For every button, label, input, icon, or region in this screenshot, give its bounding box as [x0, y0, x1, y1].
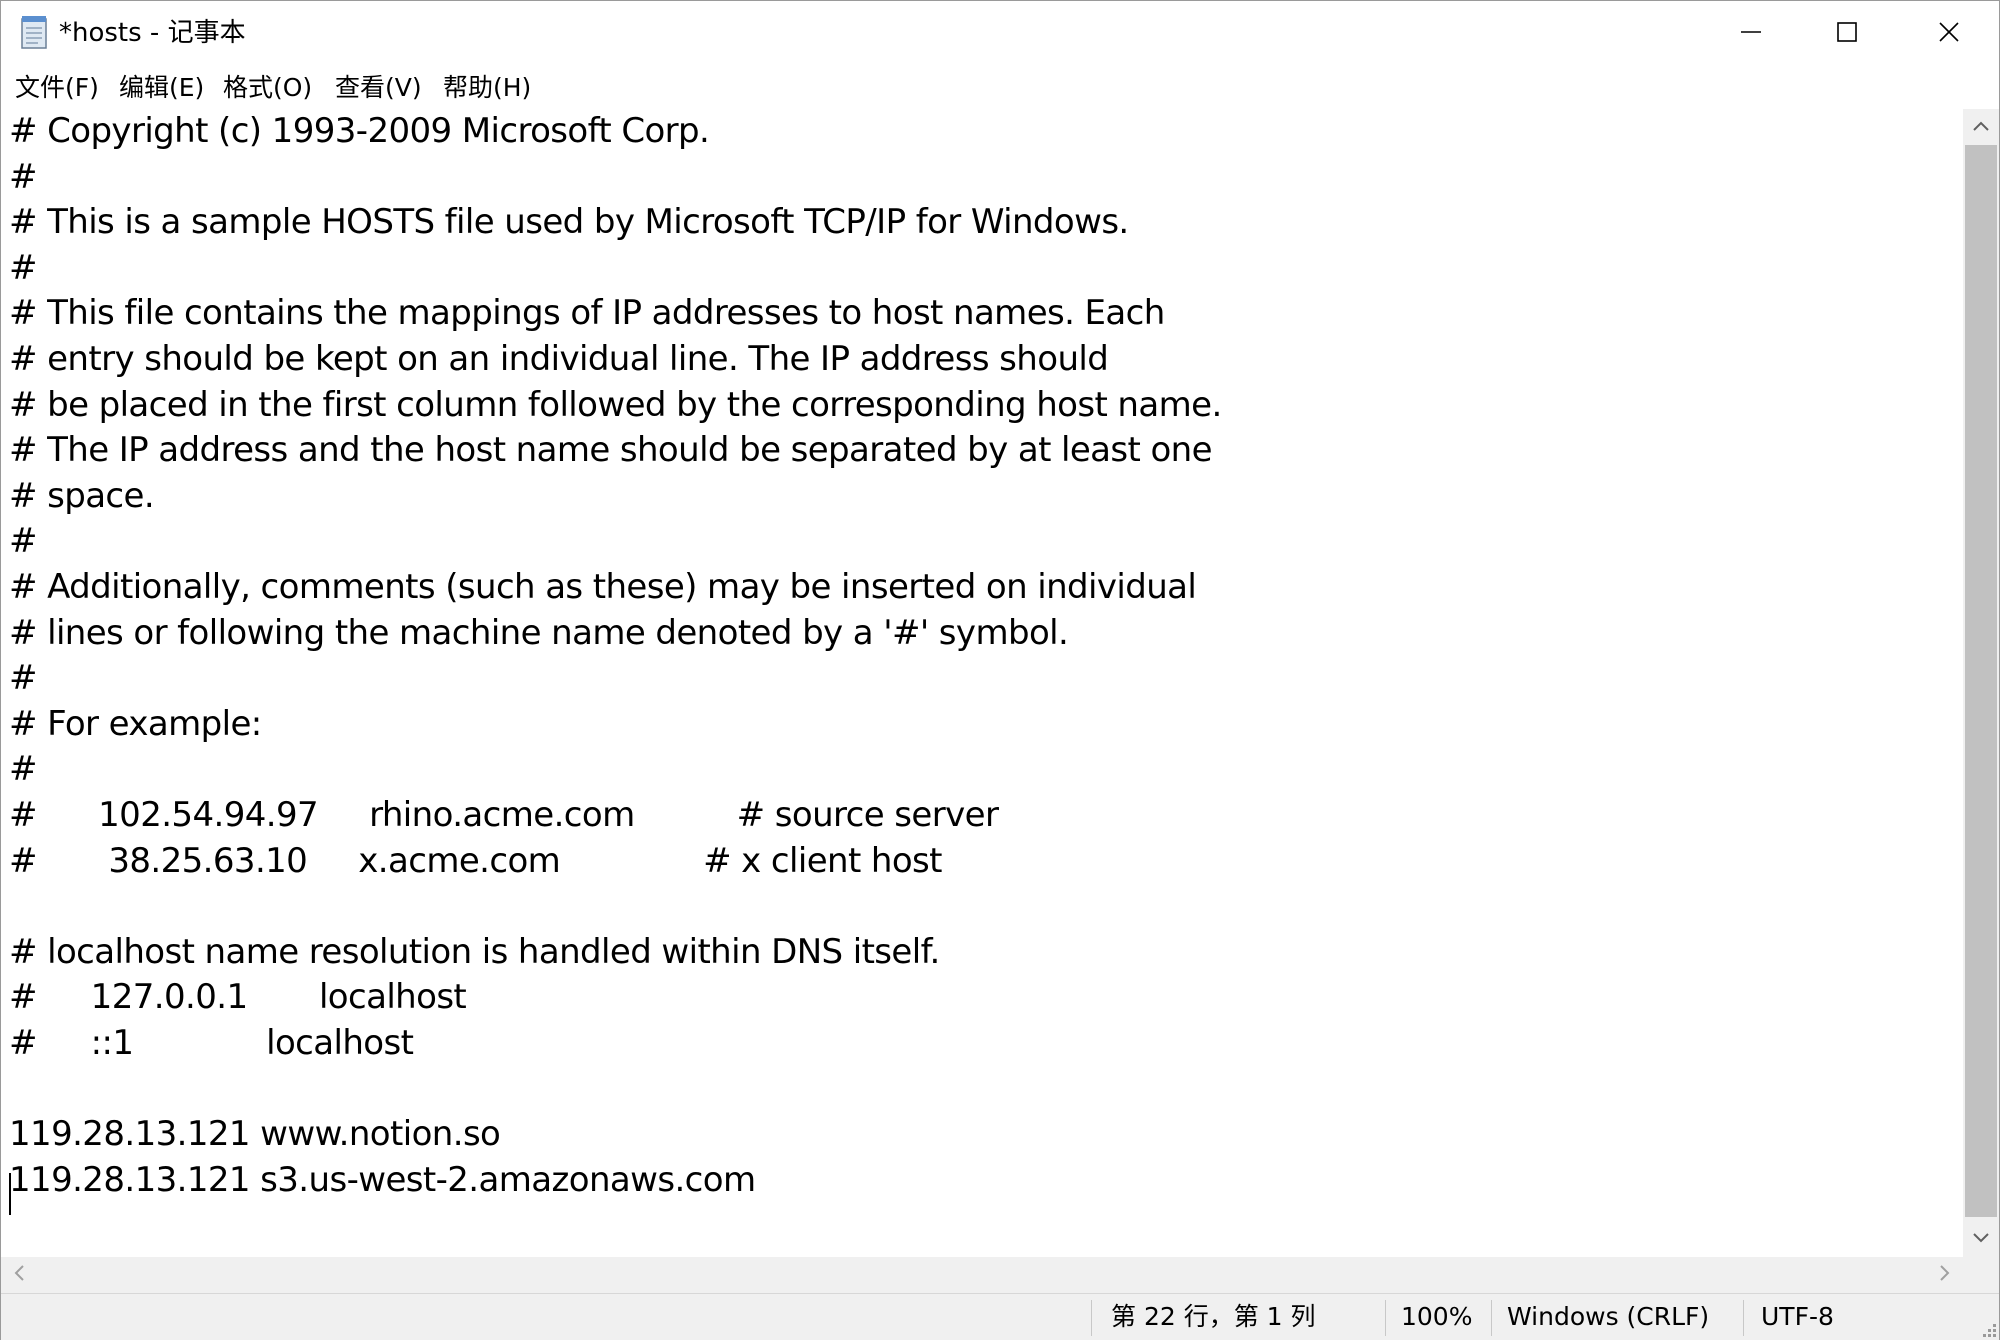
- status-zoom: 100%: [1401, 1302, 1473, 1331]
- text-line: # entry should be kept on an individual …: [9, 338, 1109, 379]
- scroll-left-button[interactable]: [1, 1257, 37, 1293]
- vertical-scroll-thumb[interactable]: [1965, 145, 1997, 1217]
- status-bar: 第 22 行，第 1 列 100% Windows (CRLF) UTF-8: [1, 1293, 1999, 1340]
- status-divider: [1743, 1300, 1744, 1336]
- status-encoding: UTF-8: [1761, 1302, 1834, 1331]
- text-line: # lines or following the machine name de…: [9, 612, 1069, 653]
- title-bar[interactable]: *hosts - 记事本: [1, 1, 1999, 67]
- chevron-up-icon: [1972, 117, 1990, 136]
- text-line: # ::1 localhost: [9, 1022, 414, 1063]
- vertical-scrollbar[interactable]: [1963, 109, 1999, 1257]
- text-caret: [9, 1173, 11, 1215]
- close-icon: [1938, 21, 1960, 47]
- text-line: # localhost name resolution is handled w…: [9, 931, 940, 972]
- text-line: # Copyright (c) 1993-2009 Microsoft Corp…: [9, 111, 710, 151]
- maximize-button[interactable]: [1799, 1, 1895, 67]
- text-line: #: [9, 247, 37, 288]
- close-button[interactable]: [1901, 1, 1997, 67]
- text-line: # 127.0.0.1 localhost: [9, 977, 467, 1018]
- text-line: # Additionally, comments (such as these)…: [9, 566, 1197, 607]
- status-line-ending: Windows (CRLF): [1507, 1302, 1710, 1331]
- text-line: # 102.54.94.97 rhino.acme.com # source s…: [9, 794, 999, 835]
- scroll-down-button[interactable]: [1963, 1221, 1999, 1255]
- text-line: [9, 1066, 1222, 1112]
- notepad-window: *hosts - 记事本 文件(F) 编辑(E) 格式(O) 查看(V) 帮助(…: [0, 0, 2000, 1340]
- menu-format[interactable]: 格式(O): [223, 67, 312, 109]
- text-line: [9, 884, 1222, 930]
- minimize-button[interactable]: [1703, 1, 1799, 67]
- text-line: # space.: [9, 475, 155, 516]
- text-line: #: [9, 521, 37, 562]
- status-cursor-position: 第 22 行，第 1 列: [1111, 1302, 1316, 1331]
- menu-view[interactable]: 查看(V): [335, 67, 422, 109]
- horizontal-scrollbar[interactable]: [1, 1257, 1963, 1293]
- scrollbar-corner: [1963, 1257, 1999, 1293]
- text-line: #: [9, 749, 37, 790]
- text-line: # be placed in the first column followed…: [9, 384, 1222, 425]
- scroll-right-button[interactable]: [1927, 1257, 1963, 1293]
- status-divider: [1091, 1300, 1092, 1336]
- menu-file[interactable]: 文件(F): [15, 67, 99, 109]
- text-line: #: [9, 658, 37, 699]
- text-line: 119.28.13.121 s3.us-west-2.amazonaws.com: [9, 1159, 756, 1200]
- text-line: # This file contains the mappings of IP …: [9, 293, 1165, 334]
- resize-grip-icon[interactable]: [1979, 1320, 1997, 1338]
- menu-bar: 文件(F) 编辑(E) 格式(O) 查看(V) 帮助(H): [1, 67, 1999, 109]
- menu-edit[interactable]: 编辑(E): [119, 67, 204, 109]
- maximize-icon: [1836, 21, 1858, 47]
- menu-help[interactable]: 帮助(H): [443, 67, 531, 109]
- text-editor[interactable]: # Copyright (c) 1993-2009 Microsoft Corp…: [1, 109, 1963, 1257]
- window-title: *hosts - 记事本: [59, 18, 246, 48]
- chevron-left-icon: [13, 1264, 25, 1286]
- text-line: 119.28.13.121 www.notion.so: [9, 1114, 501, 1155]
- text-line: # 38.25.63.10 x.acme.com # x client host: [9, 840, 943, 881]
- status-divider: [1385, 1300, 1386, 1336]
- text-lines: # Copyright (c) 1993-2009 Microsoft Corp…: [9, 109, 1222, 1203]
- minimize-icon: [1740, 21, 1762, 47]
- chevron-down-icon: [1972, 1229, 1990, 1248]
- scroll-up-button[interactable]: [1963, 109, 1999, 143]
- chevron-right-icon: [1939, 1264, 1951, 1286]
- text-line: #: [9, 156, 37, 197]
- status-divider: [1491, 1300, 1492, 1336]
- text-line: # This is a sample HOSTS file used by Mi…: [9, 202, 1129, 243]
- text-line: # The IP address and the host name shoul…: [9, 430, 1213, 471]
- text-line: # For example:: [9, 703, 262, 744]
- notepad-icon: [19, 15, 49, 49]
